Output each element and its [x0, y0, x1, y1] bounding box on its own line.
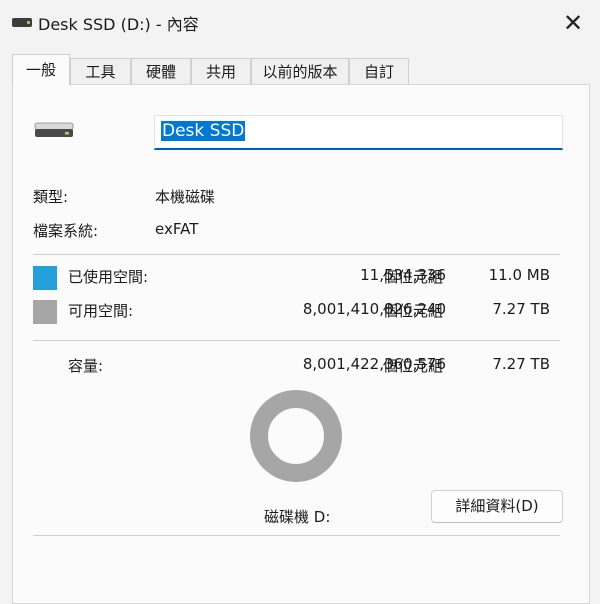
tab-general[interactable]: 一般 [12, 54, 70, 85]
divider [33, 340, 560, 341]
window-title: Desk SSD (D:) - 內容 [38, 15, 199, 34]
drive-name-input[interactable]: Desk SSD [154, 115, 563, 150]
tab-sharing[interactable]: 共用 [191, 58, 251, 84]
free-space-size: 7.27 TB [492, 300, 550, 318]
drive-letter-label: 磁碟機 D: [264, 508, 331, 526]
close-icon: ✕ [562, 9, 584, 37]
tab-tools[interactable]: 工具 [70, 58, 131, 84]
hard-drive-icon [34, 122, 74, 137]
divider [33, 535, 560, 536]
drive-name-value: Desk SSD [161, 121, 246, 141]
type-value: 本機磁碟 [155, 188, 216, 206]
type-label: 類型: [33, 188, 69, 206]
used-space-label: 已使用空間: [68, 268, 149, 286]
free-space-unit: 個位元組 [383, 302, 444, 320]
donut-free-segment [250, 390, 342, 482]
close-button[interactable]: ✕ [556, 6, 590, 40]
details-button[interactable]: 詳細資料(D) [431, 490, 563, 523]
free-space-swatch [33, 300, 57, 324]
used-space-size: 11.0 MB [488, 266, 550, 284]
filesystem-value: exFAT [155, 220, 199, 238]
used-space-unit: 個位元組 [383, 268, 444, 286]
tab-hardware[interactable]: 硬體 [131, 58, 191, 84]
usage-donut-chart [250, 390, 342, 482]
free-space-label: 可用空間: [68, 302, 134, 320]
tab-customize[interactable]: 自訂 [349, 58, 409, 84]
drive-icon [12, 18, 32, 27]
divider [33, 254, 560, 255]
tab-previous-versions[interactable]: 以前的版本 [251, 58, 349, 84]
capacity-label: 容量: [68, 357, 104, 375]
capacity-unit: 個位元組 [383, 357, 444, 375]
capacity-size: 7.27 TB [492, 355, 550, 373]
used-space-swatch [33, 266, 57, 290]
filesystem-label: 檔案系統: [33, 222, 99, 240]
title-bar: Desk SSD (D:) - 內容 ✕ [0, 0, 600, 46]
